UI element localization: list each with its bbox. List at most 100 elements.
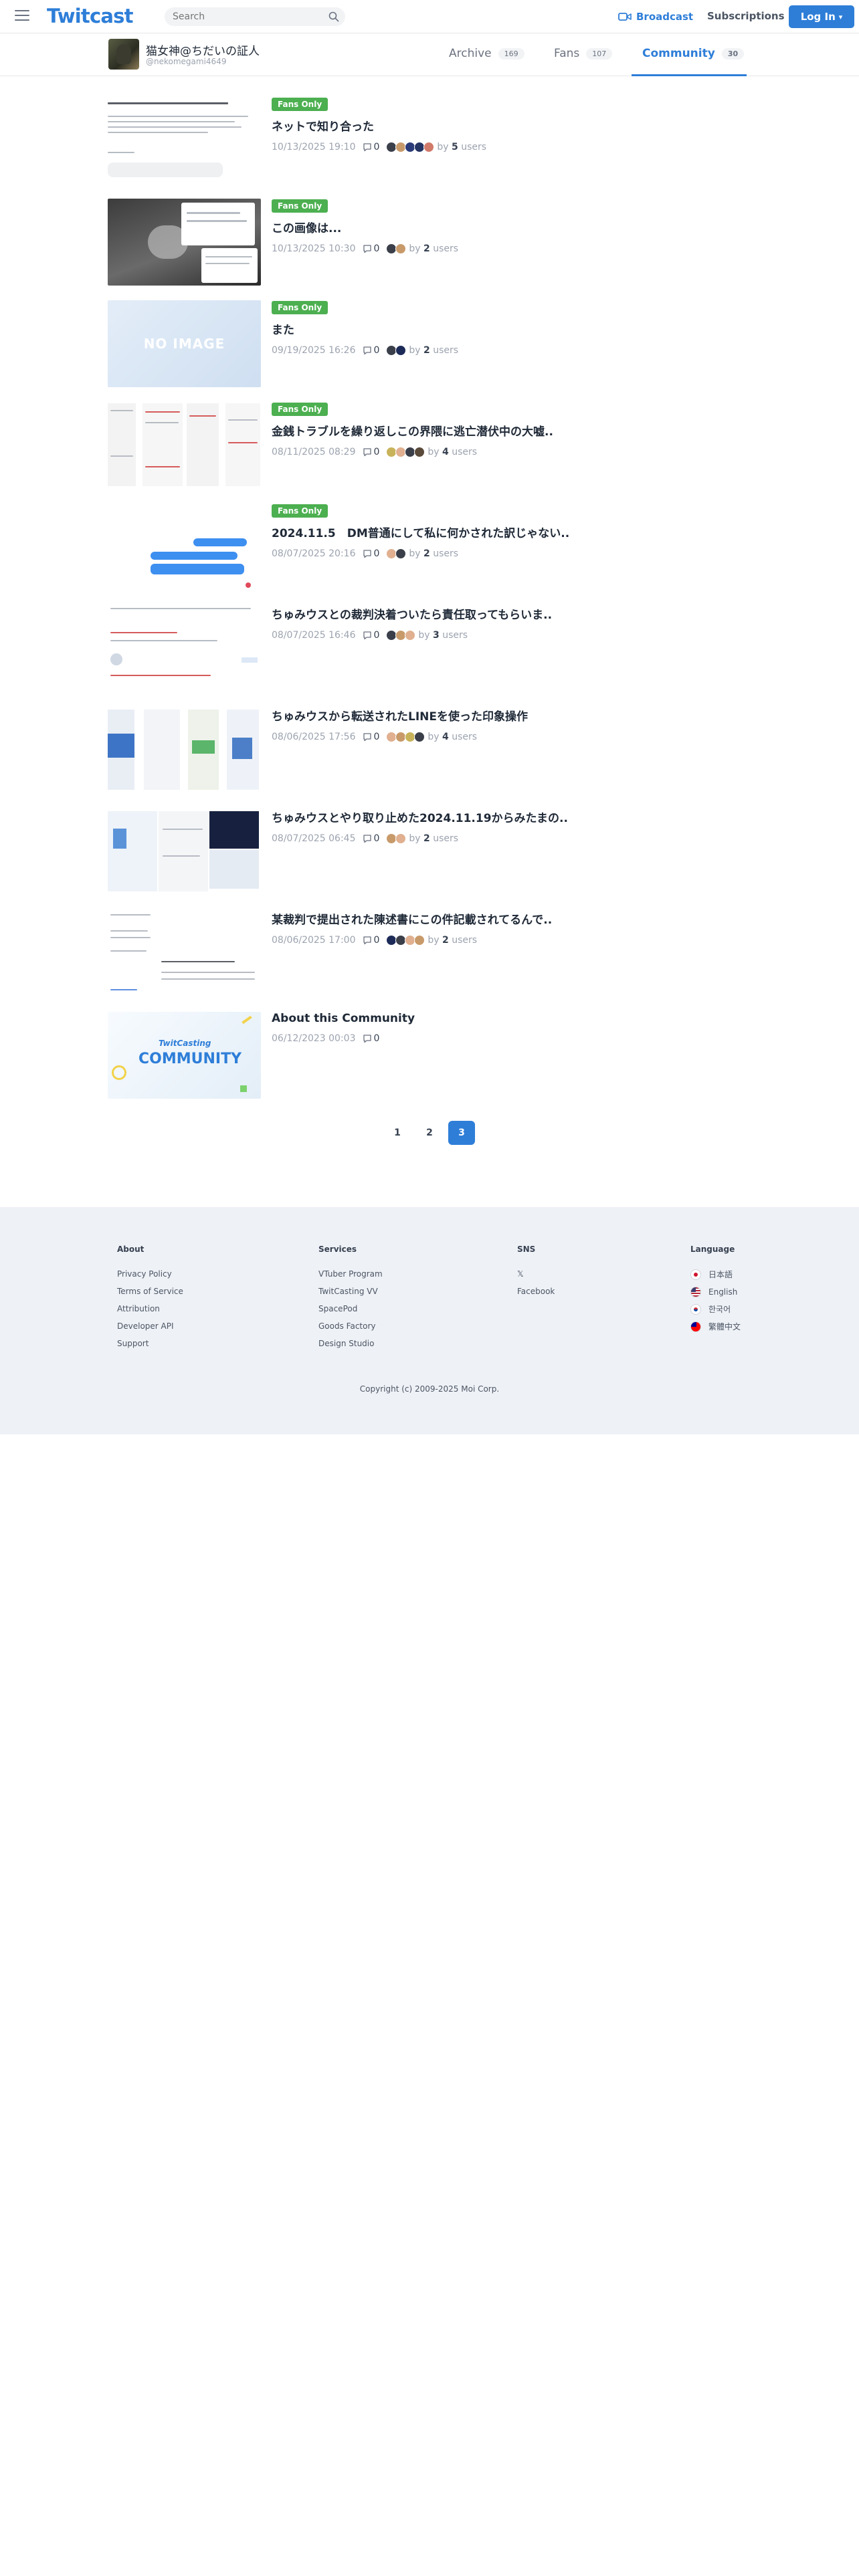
participant-avatars: [386, 447, 425, 457]
profile-name[interactable]: 猫女神@ちだいの証人: [146, 41, 260, 58]
profile-handle: @nekomegami4649: [146, 57, 227, 66]
broadcast-button[interactable]: Broadcast: [618, 10, 693, 23]
list-item[interactable]: ちゅみウスから転送されたLINEを使った印象操作 08/06/2025 17:5…: [108, 707, 750, 794]
footer-link-goods-factory[interactable]: Goods Factory: [318, 1322, 383, 1331]
post-thumbnail[interactable]: [108, 809, 261, 895]
comment-count: 0: [373, 447, 380, 457]
list-item[interactable]: ちゅみウスとやり取り止めた2024.11.19からみたまの.. 08/07/20…: [108, 809, 750, 895]
language-english[interactable]: English: [690, 1286, 741, 1297]
post-thumbnail[interactable]: NO IMAGE: [108, 300, 261, 387]
footer-link-privacy[interactable]: Privacy Policy: [117, 1270, 183, 1279]
participant-avatars: [386, 833, 407, 844]
avatar: [405, 630, 416, 641]
page-button-3[interactable]: 3: [448, 1121, 475, 1145]
tab-community[interactable]: Community 30: [642, 47, 745, 60]
footer-heading: SNS: [517, 1245, 536, 1254]
participant-avatars: [386, 345, 407, 356]
page-button-1[interactable]: 1: [384, 1121, 411, 1145]
post-thumbnail[interactable]: [108, 504, 261, 591]
list-item[interactable]: Fans Only 2024.11.5 DM普通にして私に何かされた訳じゃない.…: [108, 504, 750, 591]
footer-link-x[interactable]: 𝕏: [517, 1270, 555, 1279]
footer-link-support[interactable]: Support: [117, 1339, 183, 1348]
footer-link-design-studio[interactable]: Design Studio: [318, 1339, 383, 1348]
comment-icon: [363, 448, 371, 457]
post-date: 08/07/2025 16:46: [272, 630, 356, 641]
post-title[interactable]: この画像は...: [272, 219, 740, 235]
tab-fans-count: 107: [586, 47, 613, 60]
post-thumbnail[interactable]: [108, 910, 261, 997]
twitcasting-brand-text: TwitCasting: [159, 1039, 211, 1048]
top-header: Twitcast Broadcast Subscriptions Log In▾: [0, 0, 859, 33]
post-thumbnail[interactable]: [108, 605, 261, 692]
post-title[interactable]: About this Community: [272, 1012, 740, 1025]
post-meta: 08/07/2025 16:46 0 by 3 users: [272, 629, 740, 642]
menu-icon[interactable]: [15, 10, 29, 22]
footer-sns: SNS 𝕏 Facebook: [517, 1245, 555, 1305]
list-item[interactable]: Fans Only この画像は... 10/13/2025 10:30 0 by…: [108, 199, 750, 286]
post-title[interactable]: 某裁判で提出された陳述書にこの件記載されてるんで..: [272, 910, 740, 927]
avatar: [414, 447, 425, 457]
search-box[interactable]: [165, 7, 345, 26]
list-item[interactable]: NO IMAGE Fans Only また 09/19/2025 16:26 0…: [108, 300, 750, 387]
post-thumbnail[interactable]: [108, 199, 261, 286]
footer-link-vtuber[interactable]: VTuber Program: [318, 1270, 383, 1279]
list-item[interactable]: 某裁判で提出された陳述書にこの件記載されてるんで.. 08/06/2025 17…: [108, 910, 750, 997]
post-date: 08/07/2025 20:16: [272, 548, 356, 559]
participant-avatars: [386, 243, 407, 254]
participants-text: by 2 users: [409, 243, 459, 254]
post-meta: 09/19/2025 16:26 0 by 2 users: [272, 344, 740, 357]
fans-only-badge: Fans Only: [272, 199, 328, 213]
video-camera-icon: [618, 13, 632, 21]
page-button-2[interactable]: 2: [416, 1121, 443, 1145]
avatar: [423, 142, 435, 152]
post-thumbnail[interactable]: TwitCasting COMMUNITY: [108, 1012, 261, 1099]
search-input[interactable]: [173, 11, 320, 23]
participant-avatars: [386, 732, 425, 742]
tab-archive[interactable]: Archive 169: [449, 47, 524, 60]
fans-only-badge: Fans Only: [272, 98, 328, 111]
footer-link-terms[interactable]: Terms of Service: [117, 1287, 183, 1296]
post-date: 10/13/2025 19:10: [272, 142, 356, 152]
language-traditional-chinese[interactable]: 繁體中文: [690, 1321, 741, 1332]
list-item[interactable]: TwitCasting COMMUNITY About this Communi…: [108, 1012, 750, 1099]
footer-link-developer-api[interactable]: Developer API: [117, 1322, 183, 1331]
post-title[interactable]: ネットで知り合った: [272, 117, 740, 134]
fans-only-badge: Fans Only: [272, 301, 328, 314]
post-title[interactable]: 金銭トラブルを繰り返しこの界隈に逃亡潜伏中の大嘘..: [272, 422, 740, 439]
post-meta: 10/13/2025 10:30 0 by 2 users: [272, 242, 740, 255]
language-korean[interactable]: 한국어: [690, 1303, 741, 1315]
avatar[interactable]: [108, 39, 139, 70]
japan-flag-icon: [690, 1269, 701, 1280]
post-date: 06/12/2023 00:03: [272, 1033, 356, 1044]
post-title[interactable]: ちゅみウスとの裁判決着ついたら責任取ってもらいま..: [272, 605, 740, 622]
post-thumbnail[interactable]: [108, 707, 261, 794]
post-thumbnail[interactable]: [108, 97, 261, 184]
list-item[interactable]: Fans Only 金銭トラブルを繰り返しこの界隈に逃亡潜伏中の大嘘.. 08/…: [108, 402, 750, 489]
tab-fans-label: Fans: [554, 47, 580, 60]
avatar: [414, 935, 425, 946]
footer-link-attribution[interactable]: Attribution: [117, 1305, 183, 1313]
footer-link-spacepod[interactable]: SpacePod: [318, 1305, 383, 1313]
post-date: 10/13/2025 10:30: [272, 243, 356, 254]
participants-text: by 2 users: [409, 833, 459, 844]
tab-archive-label: Archive: [449, 47, 492, 60]
post-title[interactable]: また: [272, 320, 740, 337]
language-japanese[interactable]: 日本語: [690, 1269, 741, 1280]
subscriptions-link[interactable]: Subscriptions: [707, 10, 785, 22]
tab-fans[interactable]: Fans 107: [554, 47, 613, 60]
post-title[interactable]: ちゅみウスから転送されたLINEを使った印象操作: [272, 707, 740, 724]
language-label: 日本語: [708, 1270, 733, 1279]
comment-count: 0: [373, 732, 380, 742]
list-item[interactable]: ちゅみウスとの裁判決着ついたら責任取ってもらいま.. 08/07/2025 16…: [108, 605, 750, 692]
search-icon[interactable]: [328, 11, 340, 23]
us-flag-icon: [690, 1286, 701, 1297]
post-meta: 10/13/2025 19:10 0 by 5 users: [272, 140, 740, 154]
post-title[interactable]: ちゅみウスとやり取り止めた2024.11.19からみたまの..: [272, 809, 740, 825]
footer-link-facebook[interactable]: Facebook: [517, 1287, 555, 1296]
twitcast-logo[interactable]: Twitcast: [47, 5, 133, 27]
footer-link-vv[interactable]: TwitCasting VV: [318, 1287, 383, 1296]
list-item[interactable]: Fans Only ネットで知り合った 10/13/2025 19:10 0 b…: [108, 97, 750, 184]
post-thumbnail[interactable]: [108, 402, 261, 489]
post-title[interactable]: 2024.11.5 DM普通にして私に何かされた訳じゃない..: [272, 524, 740, 540]
login-button[interactable]: Log In ▾: [789, 5, 854, 28]
